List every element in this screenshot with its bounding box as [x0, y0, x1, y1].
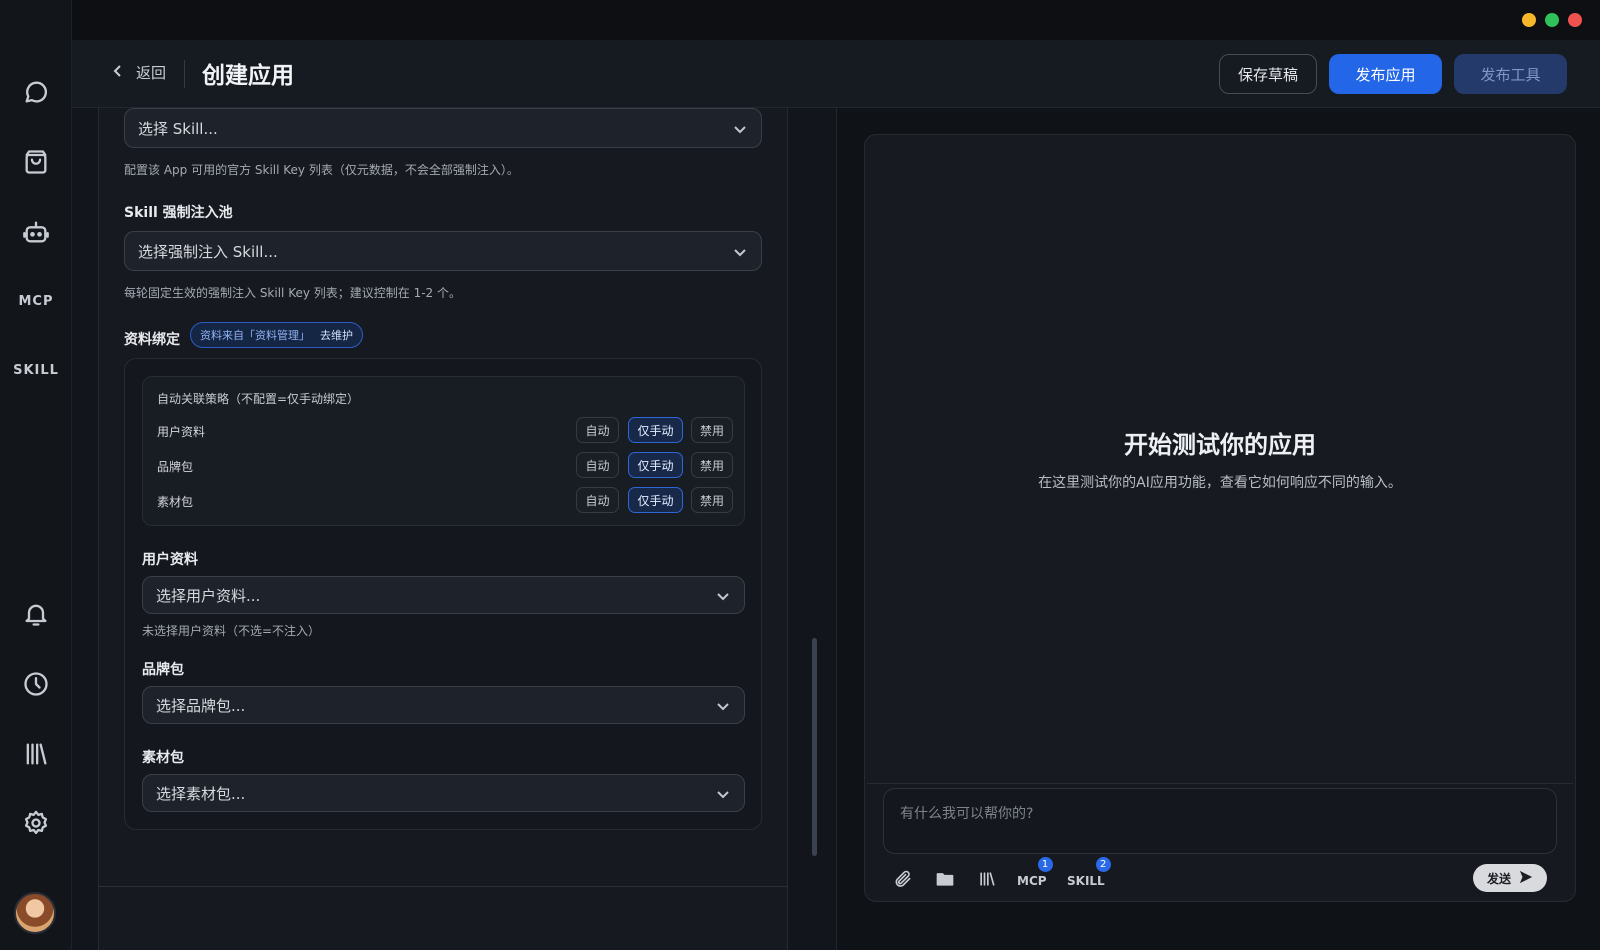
- strategy-user-disabled[interactable]: 禁用: [691, 417, 733, 443]
- skill-select[interactable]: 选择 Skill...: [124, 108, 762, 148]
- strategy-row-brand: 品牌包 自动 仅手动 禁用: [143, 452, 744, 480]
- maximize-button[interactable]: [1545, 13, 1559, 27]
- strategy-material-manual[interactable]: 仅手动: [628, 487, 683, 513]
- strategy-brand-disabled[interactable]: 禁用: [691, 452, 733, 478]
- preview-subtitle: 在这里测试你的AI应用功能，查看它如何响应不同的输入。: [1038, 475, 1402, 491]
- minimize-button[interactable]: [1522, 13, 1536, 27]
- skill-tool-label: SKILL: [1067, 874, 1105, 888]
- strategy-user-manual[interactable]: 仅手动: [628, 417, 683, 443]
- preview-panel: 开始测试你的应用 在这里测试你的AI应用功能，查看它如何响应不同的输入。 MCP…: [864, 134, 1576, 902]
- force-hint: 每轮固定生效的强制注入 Skill Key 列表；建议控制在 1-2 个。: [124, 286, 461, 300]
- chevron-down-icon: [716, 787, 730, 801]
- panel-divider: [836, 108, 837, 950]
- binding-source-text: 资料来自「资料管理」: [200, 329, 310, 342]
- material-select[interactable]: 选择素材包...: [142, 774, 745, 812]
- strategy-row-label: 用户资料: [157, 425, 206, 439]
- binding-box: 自动关联策略（不配置=仅手动绑定） 用户资料 自动 仅手动 禁用 品牌包 自动 …: [124, 358, 762, 830]
- strategy-brand-auto[interactable]: 自动: [576, 452, 619, 478]
- strategy-row-label: 品牌包: [157, 460, 194, 474]
- header-divider: [184, 60, 185, 88]
- material-label: 素材包: [142, 750, 184, 766]
- chevron-down-icon: [733, 245, 747, 259]
- binding-label: 资料绑定: [124, 332, 180, 348]
- force-skill-select[interactable]: 选择强制注入 Skill...: [124, 231, 762, 271]
- user-profile-select[interactable]: 选择用户资料...: [142, 576, 745, 614]
- skill-count-badge: 2: [1095, 857, 1111, 872]
- strategy-panel: 自动关联策略（不配置=仅手动绑定） 用户资料 自动 仅手动 禁用 品牌包 自动 …: [142, 376, 745, 526]
- strategy-brand-manual[interactable]: 仅手动: [628, 452, 683, 478]
- strategy-material-disabled[interactable]: 禁用: [691, 487, 733, 513]
- publish-app-button[interactable]: 发布应用: [1329, 54, 1442, 94]
- brand-label: 品牌包: [142, 662, 184, 678]
- back-label: 返回: [136, 64, 167, 82]
- chevron-down-icon: [733, 122, 747, 136]
- send-label: 发送: [1486, 871, 1511, 886]
- strategy-row-label: 素材包: [157, 495, 194, 509]
- page-title: 创建应用: [202, 63, 294, 89]
- chat-icon[interactable]: [14, 70, 58, 114]
- robot-icon[interactable]: [14, 210, 58, 254]
- binding-maintain-link[interactable]: 去维护: [320, 327, 353, 343]
- publish-tool-button[interactable]: 发布工具: [1454, 54, 1567, 94]
- attach-icon[interactable]: [893, 868, 913, 890]
- avatar[interactable]: [14, 892, 56, 934]
- rail-skill[interactable]: SKILL: [13, 348, 59, 392]
- strategy-row-user: 用户资料 自动 仅手动 禁用: [143, 417, 744, 445]
- back-button[interactable]: 返回: [110, 62, 166, 83]
- strategy-material-auto[interactable]: 自动: [576, 487, 619, 513]
- mcp-count-badge: 1: [1037, 857, 1053, 872]
- rail-skill-label: SKILL: [13, 362, 59, 378]
- skill-hint: 配置该 App 可用的官方 Skill Key 列表（仅元数据，不会全部强制注入…: [124, 163, 519, 177]
- gear-icon[interactable]: [14, 801, 58, 845]
- library-icon[interactable]: [977, 868, 997, 890]
- brand-value: 选择品牌包...: [156, 696, 246, 715]
- chat-input[interactable]: [883, 788, 1557, 854]
- user-profile-label: 用户资料: [142, 552, 198, 568]
- title-bar: [72, 0, 1600, 40]
- left-rail: MCP SKILL: [0, 0, 72, 950]
- strategy-user-auto[interactable]: 自动: [576, 417, 619, 443]
- library-icon[interactable]: [14, 732, 58, 776]
- mcp-tool[interactable]: MCP 1: [1017, 857, 1053, 892]
- send-button[interactable]: 发送: [1473, 864, 1547, 892]
- brand-select[interactable]: 选择品牌包...: [142, 686, 745, 724]
- close-button[interactable]: [1568, 13, 1582, 27]
- form-panel: 选择 Skill... 配置该 App 可用的官方 Skill Key 列表（仅…: [72, 108, 836, 950]
- force-pool-label: Skill 强制注入池: [124, 205, 233, 221]
- chat-composer: MCP 1 SKILL 2 发送: [867, 783, 1573, 899]
- page-header: 返回 创建应用 保存草稿 发布应用 发布工具: [72, 40, 1600, 108]
- send-icon: [1519, 870, 1533, 887]
- bag-icon[interactable]: [14, 140, 58, 184]
- chevron-down-icon: [716, 589, 730, 603]
- save-draft-button[interactable]: 保存草稿: [1219, 54, 1317, 94]
- form-bottom-divider: [98, 886, 788, 887]
- mcp-tool-label: MCP: [1017, 874, 1047, 888]
- binding-source-pill: 资料来自「资料管理」 去维护: [190, 322, 363, 348]
- strategy-row-material: 素材包 自动 仅手动 禁用: [143, 487, 744, 515]
- folder-icon[interactable]: [935, 868, 955, 890]
- rail-mcp[interactable]: MCP: [14, 279, 58, 323]
- chevron-left-icon: [110, 63, 126, 83]
- force-select-value: 选择强制注入 Skill...: [138, 242, 278, 261]
- user-profile-hint: 未选择用户资料（不选=不注入）: [142, 624, 321, 638]
- material-value: 选择素材包...: [156, 784, 246, 803]
- skill-select-value: 选择 Skill...: [138, 119, 218, 138]
- rail-mcp-label: MCP: [18, 293, 54, 309]
- form-scrollbar[interactable]: [812, 638, 817, 856]
- strategy-title: 自动关联策略（不配置=仅手动绑定）: [157, 392, 360, 406]
- skill-tool[interactable]: SKILL 2: [1067, 857, 1111, 892]
- chevron-down-icon: [716, 699, 730, 713]
- user-profile-value: 选择用户资料...: [156, 586, 261, 605]
- preview-title: 开始测试你的应用: [1124, 431, 1316, 459]
- clock-icon[interactable]: [14, 662, 58, 706]
- bell-icon[interactable]: [14, 592, 58, 636]
